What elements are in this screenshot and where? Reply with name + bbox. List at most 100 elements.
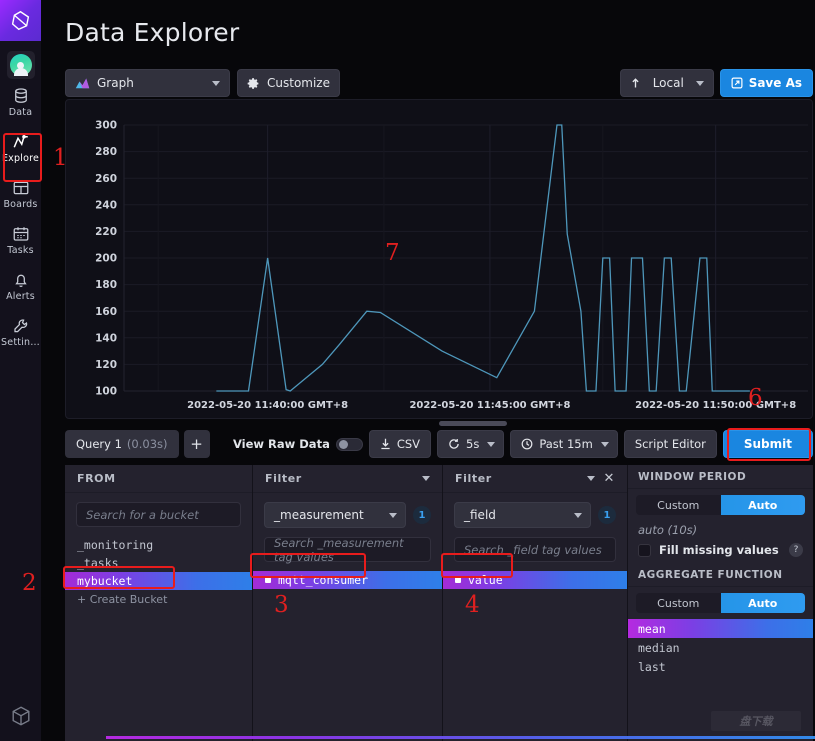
watermark: 盘下载 <box>711 711 801 731</box>
bucket-search-placeholder: Search for a bucket <box>86 507 199 522</box>
download-icon <box>381 438 390 450</box>
selected-count-badge: 1 <box>598 506 616 524</box>
sidebar-item-settings[interactable]: Settin… <box>0 309 41 355</box>
from-panel: FROM Search for a bucket _monitoring _ta… <box>65 465 253 741</box>
from-panel-title: FROM <box>65 465 252 493</box>
fill-missing-values-row: Fill missing values ? <box>628 543 813 563</box>
chevron-down-icon <box>487 441 496 447</box>
svg-text:160: 160 <box>95 306 117 318</box>
csv-download-button[interactable]: CSV <box>368 430 432 458</box>
customize-label: Customize <box>267 76 330 90</box>
tag-key-label: _measurement <box>274 508 364 522</box>
agg-item[interactable]: last <box>628 657 813 676</box>
chart-horizontal-scrollbar[interactable] <box>439 421 507 426</box>
list-item-selected[interactable]: value <box>443 571 627 589</box>
bucket-list: _monitoring _tasks mybucket + Create Buc… <box>65 536 252 608</box>
chevron-down-icon <box>574 512 582 518</box>
tag-key-label: _field <box>464 508 496 522</box>
window-period-mode-toggle: Custom Auto <box>636 495 805 515</box>
query-tab-label: Query 1 <box>76 437 122 451</box>
help-icon[interactable]: ? <box>789 543 803 557</box>
chart-panel: 100 120 140 160 180 200 220 240 260 280 300 2022-05… <box>65 99 813 419</box>
aggregate-custom-button[interactable]: Custom <box>636 593 721 613</box>
measurement-search-input[interactable]: Search _measurement tag values <box>264 535 431 564</box>
window-auto-value: auto (10s) <box>638 523 698 537</box>
window-custom-button[interactable]: Custom <box>636 495 721 515</box>
timezone-dropdown[interactable]: Local <box>619 69 714 97</box>
tag-key-selector: _measurement 1 <box>264 502 431 528</box>
list-item-selected[interactable]: mybucket <box>65 572 252 590</box>
sidebar-item-data[interactable]: Data <box>0 79 41 125</box>
save-as-button[interactable]: Save As <box>719 69 813 97</box>
view-raw-data-toggle[interactable] <box>335 437 363 451</box>
chevron-down-icon[interactable] <box>422 476 430 481</box>
agg-item-selected[interactable]: mean <box>628 619 813 638</box>
fill-missing-label: Fill missing values <box>659 543 779 557</box>
sidebar-item-explore[interactable]: Explore <box>0 125 41 171</box>
chevron-down-icon <box>600 441 609 447</box>
field-search-input[interactable]: Search _field tag values <box>454 537 616 562</box>
script-editor-label: Script Editor <box>634 437 706 451</box>
close-icon[interactable]: ✕ <box>604 472 616 485</box>
main-content: Data Explorer Graph Customize Local Save… <box>41 0 815 741</box>
graph-type-icon <box>75 78 90 89</box>
create-bucket-button[interactable]: + Create Bucket <box>65 590 252 608</box>
query-tab[interactable]: Query 1 (0.03s) <box>65 430 179 458</box>
filter-panel-header: Filter <box>253 465 442 493</box>
filter-panel-field: Filter ✕ _field 1 Search _field tag valu… <box>443 465 628 741</box>
visualization-toolbar: Graph Customize <box>65 69 340 97</box>
selected-count-badge: 1 <box>413 506 431 524</box>
sidebar-item-tasks[interactable]: Tasks <box>0 217 41 263</box>
list-item[interactable]: _monitoring <box>65 536 252 554</box>
tag-key-dropdown[interactable]: _field <box>454 502 591 528</box>
sidebar-item-label: Tasks <box>7 244 34 256</box>
gear-icon <box>247 77 259 89</box>
cube-icon[interactable] <box>10 705 32 727</box>
field-value-label: value <box>468 573 503 587</box>
time-range-dropdown[interactable]: Past 15m <box>510 430 618 458</box>
save-toolbar: Local Save As <box>619 69 813 97</box>
measurement-search-placeholder: Search _measurement tag values <box>274 535 404 564</box>
sidebar-item-label: Settin… <box>1 336 40 348</box>
page-title: Data Explorer <box>65 18 240 47</box>
refresh-interval-dropdown[interactable]: 5s <box>437 430 505 458</box>
tag-key-selector: _field 1 <box>454 502 616 528</box>
avatar[interactable] <box>6 51 35 79</box>
chevron-down-icon <box>389 512 397 518</box>
wrench-icon <box>13 318 27 332</box>
sidebar-item-label: Alerts <box>6 290 35 302</box>
add-query-button[interactable]: + <box>183 430 210 458</box>
left-navbar: Data Explore Boards Tasks Alerts Settin… <box>0 0 41 741</box>
list-item[interactable]: _tasks <box>65 554 252 572</box>
filter-panel-measurement: Filter _measurement 1 Search _measuremen… <box>253 465 443 741</box>
svg-text:2022-05-20 11:45:00 GMT+8: 2022-05-20 11:45:00 GMT+8 <box>409 400 570 411</box>
script-editor-button[interactable]: Script Editor <box>623 430 717 458</box>
bucket-search-input[interactable]: Search for a bucket <box>76 502 241 527</box>
graph-type-label: Graph <box>97 76 134 90</box>
chevron-down-icon[interactable] <box>586 476 595 481</box>
window-auto-button[interactable]: Auto <box>720 495 805 515</box>
line-graph-icon <box>13 134 28 148</box>
chevron-down-icon <box>695 80 704 86</box>
submit-button[interactable]: Submit <box>722 430 813 458</box>
line-chart[interactable]: 100 120 140 160 180 200 220 240 260 280 300 2022-05… <box>66 100 814 420</box>
influxdb-logo-icon[interactable] <box>0 0 41 41</box>
tag-key-dropdown[interactable]: _measurement <box>264 502 406 528</box>
options-panel: WINDOW PERIOD Custom Auto auto (10s) Fil… <box>628 465 813 741</box>
sidebar-item-alerts[interactable]: Alerts <box>0 263 41 309</box>
window-period-title: WINDOW PERIOD <box>628 465 813 489</box>
svg-text:2022-05-20 11:40:00 GMT+8: 2022-05-20 11:40:00 GMT+8 <box>187 400 348 411</box>
aggregate-auto-button[interactable]: Auto <box>720 593 805 613</box>
customize-button[interactable]: Customize <box>237 69 340 97</box>
list-item-selected[interactable]: mqtt_consumer <box>253 571 442 589</box>
svg-text:140: 140 <box>95 332 117 344</box>
sidebar-item-boards[interactable]: Boards <box>0 171 41 217</box>
fill-missing-checkbox[interactable] <box>638 543 651 557</box>
aggregate-function-title: AGGREGATE FUNCTION <box>628 563 813 587</box>
svg-text:200: 200 <box>95 253 117 265</box>
agg-item[interactable]: median <box>628 638 813 657</box>
clock-icon <box>521 438 533 450</box>
field-search-placeholder: Search _field tag values <box>464 542 602 557</box>
timezone-label: Local <box>652 76 684 90</box>
graph-type-dropdown[interactable]: Graph <box>65 69 230 97</box>
